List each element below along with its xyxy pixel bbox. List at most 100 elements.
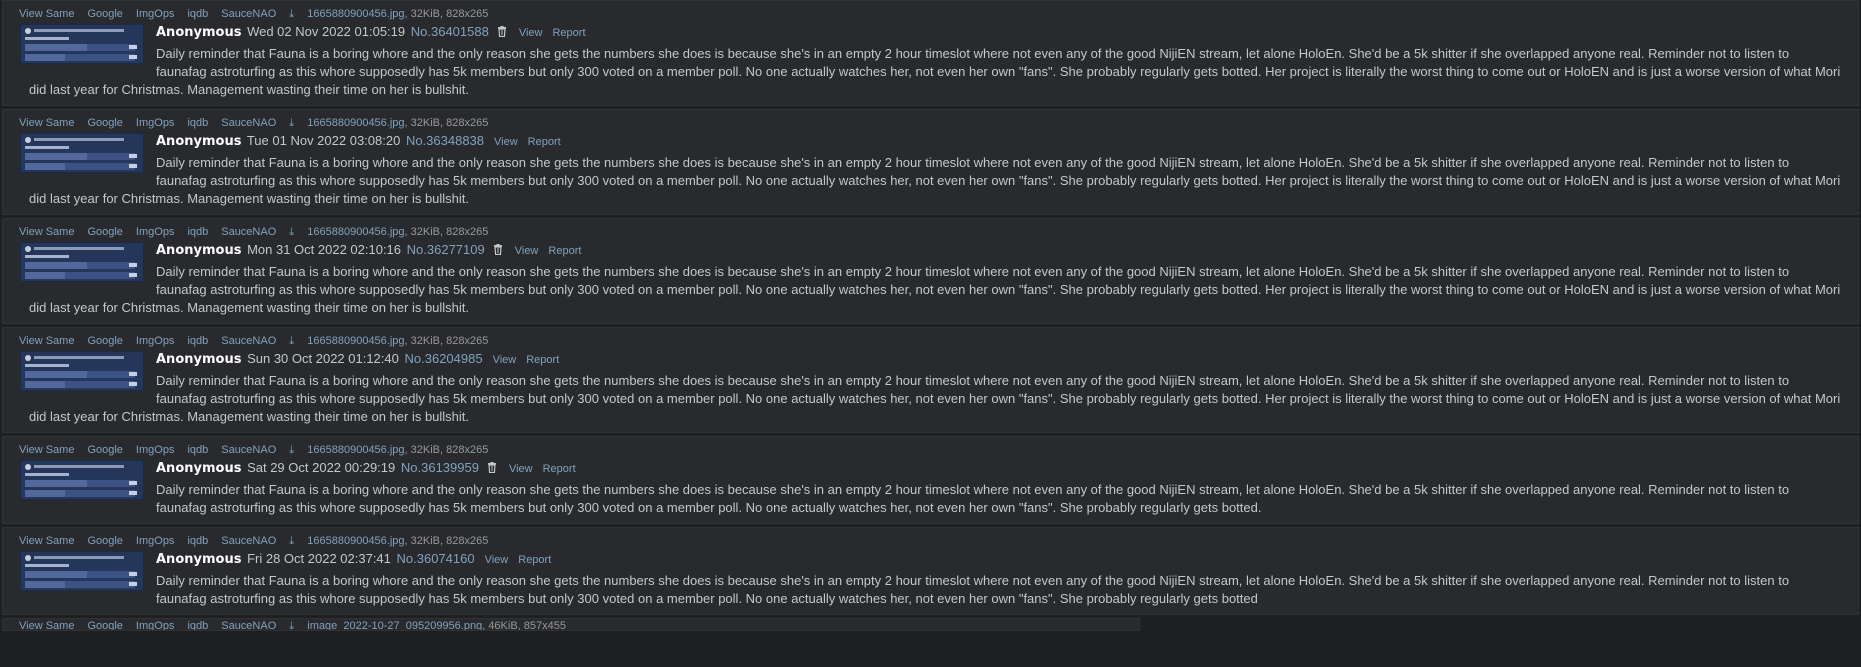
filebar-link-saucenao[interactable]: SauceNAO bbox=[221, 335, 276, 347]
poster-name: Anonymous bbox=[156, 134, 242, 149]
file-name-link[interactable]: 1665880900456.jpg bbox=[307, 535, 404, 547]
filebar-link-imgops[interactable]: ImgOps bbox=[136, 8, 175, 20]
filebar-link-google[interactable]: Google bbox=[87, 117, 122, 129]
filebar-link-view-same[interactable]: View Same bbox=[19, 535, 74, 547]
post-number-link[interactable]: No.36348838 bbox=[406, 133, 484, 148]
thumbnail-detail bbox=[34, 247, 124, 250]
download-icon[interactable]: ⤓ bbox=[289, 116, 301, 131]
thumbnail-detail bbox=[25, 581, 65, 588]
file-name-link[interactable]: 1665880900456.jpg bbox=[307, 444, 404, 456]
post-header: Anonymous Tue 01 Nov 2022 03:08:20 No.36… bbox=[19, 131, 1842, 152]
filebar-link-imgops[interactable]: ImgOps bbox=[136, 535, 175, 547]
filebar-link-view-same[interactable]: View Same bbox=[19, 335, 74, 347]
download-icon[interactable]: ⤓ bbox=[289, 443, 301, 458]
filebar-link-saucenao[interactable]: SauceNAO bbox=[221, 226, 276, 238]
thumbnail-detail bbox=[25, 146, 69, 149]
download-icon[interactable]: ⤓ bbox=[289, 534, 301, 549]
post: View Same Google ImgOps iqdb SauceNAO ⤓ 166588… bbox=[2, 0, 1859, 106]
filebar-link-google[interactable]: Google bbox=[87, 226, 122, 238]
report-link[interactable]: Report bbox=[528, 136, 561, 148]
filebar-link-view-same[interactable]: View Same bbox=[19, 620, 74, 630]
trash-icon[interactable] bbox=[493, 244, 503, 255]
thumbnail-detail bbox=[25, 555, 31, 561]
report-link[interactable]: Report bbox=[552, 27, 585, 39]
post-number-link[interactable]: No.36401588 bbox=[411, 24, 489, 39]
post: View Same Google ImgOps iqdb SauceNAO ⤓ 166588… bbox=[2, 109, 1859, 215]
download-icon[interactable]: ⤓ bbox=[289, 334, 301, 349]
post-header: Anonymous Sat 29 Oct 2022 00:29:19 No.36… bbox=[19, 458, 1842, 479]
filebar-link-google[interactable]: Google bbox=[87, 620, 122, 630]
filebar-link-google[interactable]: Google bbox=[87, 444, 122, 456]
filebar-link-saucenao[interactable]: SauceNAO bbox=[221, 535, 276, 547]
filebar-link-saucenao[interactable]: SauceNAO bbox=[221, 444, 276, 456]
filebar-link-saucenao[interactable]: SauceNAO bbox=[221, 620, 276, 630]
filebar-link-google[interactable]: Google bbox=[87, 535, 122, 547]
filebar-link-imgops[interactable]: ImgOps bbox=[136, 226, 175, 238]
report-link[interactable]: Report bbox=[548, 245, 581, 257]
filebar-link-view-same[interactable]: View Same bbox=[19, 117, 74, 129]
view-link[interactable]: View bbox=[494, 136, 518, 148]
thumbnail-detail bbox=[129, 372, 137, 376]
post-number-link[interactable]: No.36204985 bbox=[405, 351, 483, 366]
post-comment: Daily reminder that Fauna is a boring wh… bbox=[156, 482, 1790, 515]
filebar-link-iqdb[interactable]: iqdb bbox=[187, 117, 208, 129]
file-name-link[interactable]: 1665880900456.jpg bbox=[307, 117, 404, 129]
post-number-link[interactable]: No.36277109 bbox=[407, 242, 485, 257]
filebar-link-google[interactable]: Google bbox=[87, 335, 122, 347]
view-link[interactable]: View bbox=[515, 245, 539, 257]
view-link[interactable]: View bbox=[519, 27, 543, 39]
view-link[interactable]: View bbox=[485, 554, 509, 566]
post-thumbnail[interactable] bbox=[20, 133, 144, 173]
report-link[interactable]: Report bbox=[526, 354, 559, 366]
thumbnail-detail bbox=[25, 153, 87, 160]
post-number-link[interactable]: No.36139959 bbox=[401, 460, 479, 475]
filebar-link-iqdb[interactable]: iqdb bbox=[187, 335, 208, 347]
download-icon[interactable]: ⤓ bbox=[289, 619, 301, 630]
file-name-link[interactable]: 1665880900456.jpg bbox=[307, 226, 404, 238]
post-date: Sat 29 Oct 2022 00:29:19 bbox=[247, 460, 396, 475]
file-meta: , 32KiB, 828x265 bbox=[404, 8, 489, 20]
download-icon[interactable]: ⤓ bbox=[289, 7, 301, 22]
filebar-link-view-same[interactable]: View Same bbox=[19, 226, 74, 238]
post-thumbnail[interactable] bbox=[20, 242, 144, 282]
thumbnail-detail bbox=[25, 480, 87, 487]
filebar-link-iqdb[interactable]: iqdb bbox=[187, 620, 208, 630]
filebar-link-imgops[interactable]: ImgOps bbox=[136, 620, 175, 630]
post: View Same Google ImgOps iqdb SauceNAO ⤓ 166588… bbox=[2, 436, 1859, 524]
filebar-link-imgops[interactable]: ImgOps bbox=[136, 117, 175, 129]
post-thumbnail[interactable] bbox=[20, 24, 144, 64]
filebar-link-saucenao[interactable]: SauceNAO bbox=[221, 117, 276, 129]
view-link[interactable]: View bbox=[493, 354, 517, 366]
filebar-link-iqdb[interactable]: iqdb bbox=[187, 8, 208, 20]
trash-icon[interactable] bbox=[497, 26, 507, 37]
filebar-link-google[interactable]: Google bbox=[87, 8, 122, 20]
post-thumbnail[interactable] bbox=[20, 460, 144, 500]
filebar-link-iqdb[interactable]: iqdb bbox=[187, 444, 208, 456]
download-icon[interactable]: ⤓ bbox=[289, 225, 301, 240]
thumbnail-detail bbox=[25, 262, 87, 269]
thumbnail-detail bbox=[25, 371, 87, 378]
filebar-link-saucenao[interactable]: SauceNAO bbox=[221, 8, 276, 20]
post-list: View Same Google ImgOps iqdb SauceNAO ⤓ 166588… bbox=[0, 0, 1861, 631]
thumbnail-detail bbox=[25, 255, 69, 258]
filebar-link-view-same[interactable]: View Same bbox=[19, 444, 74, 456]
file-info-bar: View Same Google ImgOps iqdb SauceNAO ⤓ 166588… bbox=[19, 534, 1842, 549]
filebar-link-iqdb[interactable]: iqdb bbox=[187, 226, 208, 238]
thumbnail-detail bbox=[25, 163, 65, 170]
view-link[interactable]: View bbox=[509, 463, 533, 475]
file-name-link[interactable]: image_2022-10-27_095209956.png bbox=[307, 620, 482, 630]
post-thumbnail[interactable] bbox=[20, 351, 144, 391]
post-thumbnail[interactable] bbox=[20, 551, 144, 591]
filebar-link-iqdb[interactable]: iqdb bbox=[187, 535, 208, 547]
report-link[interactable]: Report bbox=[543, 463, 576, 475]
file-name-link[interactable]: 1665880900456.jpg bbox=[307, 8, 404, 20]
file-name-link[interactable]: 1665880900456.jpg bbox=[307, 335, 404, 347]
filebar-link-imgops[interactable]: ImgOps bbox=[136, 335, 175, 347]
report-link[interactable]: Report bbox=[518, 554, 551, 566]
filebar-link-imgops[interactable]: ImgOps bbox=[136, 444, 175, 456]
trash-icon[interactable] bbox=[487, 462, 497, 473]
post-number-link[interactable]: No.36074160 bbox=[397, 551, 475, 566]
post-header: Anonymous Wed 02 Nov 2022 01:05:19 No.36… bbox=[19, 22, 1842, 43]
poster-name: Anonymous bbox=[156, 461, 242, 476]
filebar-link-view-same[interactable]: View Same bbox=[19, 8, 74, 20]
